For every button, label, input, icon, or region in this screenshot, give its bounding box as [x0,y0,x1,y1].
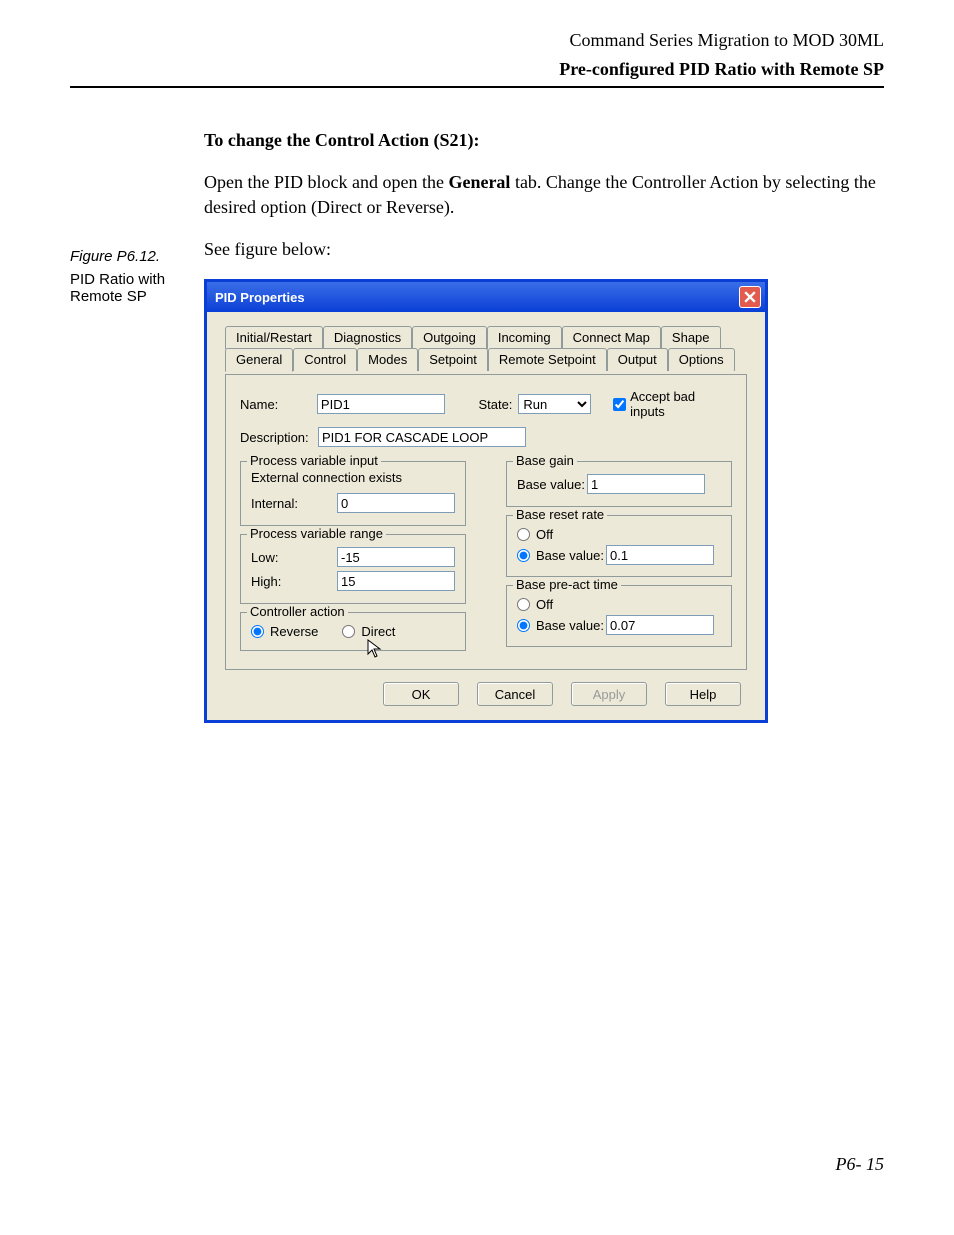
header-rule [70,86,884,88]
group-base-gain: Base gain Base value: [506,461,732,507]
header-section-title: Pre-configured PID Ratio with Remote SP [70,59,884,80]
radio-reverse-label: Reverse [270,624,318,639]
name-label: Name: [240,397,317,412]
group-base-gain-legend: Base gain [513,453,577,468]
tab-remote-setpoint[interactable]: Remote Setpoint [488,348,607,371]
tab-setpoint[interactable]: Setpoint [418,348,488,371]
help-button[interactable]: Help [665,682,741,706]
tab-outgoing[interactable]: Outgoing [412,326,487,349]
radio-preact-off[interactable]: Off [517,597,721,612]
figure-label: Figure P6.12. [70,248,204,265]
radio-reset-base[interactable]: Base value: [517,545,721,565]
state-label: State: [478,397,512,412]
ok-button[interactable]: OK [383,682,459,706]
cursor-icon [367,639,383,659]
base-reset-input[interactable] [606,545,714,565]
radio-reset-base-label: Base value: [536,548,606,563]
apply-button[interactable]: Apply [571,682,647,706]
pid-properties-dialog: PID Properties Initial/Restart Diagnosti… [204,279,768,723]
group-pv-range: Process variable range Low: High: [240,534,466,604]
internal-input[interactable] [337,493,455,513]
radio-preact-off-label: Off [536,597,553,612]
description-label: Description: [240,430,318,445]
group-pv-input-legend: Process variable input [247,453,381,468]
paragraph-1-bold: General [448,172,510,192]
paragraph-1: Open the PID block and open the General … [204,170,884,219]
radio-preact-base-input[interactable] [517,619,530,632]
tab-diagnostics[interactable]: Diagnostics [323,326,412,349]
group-base-preact-legend: Base pre-act time [513,577,621,592]
paragraph-1a: Open the PID block and open the [204,172,448,192]
radio-direct-input[interactable] [342,625,355,638]
tab-options[interactable]: Options [668,348,735,371]
pv-external-text: External connection exists [251,470,455,485]
tab-initial-restart[interactable]: Initial/Restart [225,326,323,349]
high-label: High: [251,574,337,589]
titlebar[interactable]: PID Properties [207,282,765,312]
tabstrip: Initial/Restart Diagnostics Outgoing Inc… [225,326,747,374]
low-label: Low: [251,550,337,565]
radio-direct-label: Direct [361,624,395,639]
radio-reverse[interactable]: Reverse [251,624,318,639]
radio-reset-off-input[interactable] [517,528,530,541]
radio-preact-base[interactable]: Base value: [517,615,721,635]
tab-incoming[interactable]: Incoming [487,326,562,349]
base-gain-input[interactable] [587,474,705,494]
low-input[interactable] [337,547,455,567]
group-pv-range-legend: Process variable range [247,526,386,541]
radio-reset-off[interactable]: Off [517,527,721,542]
radio-preact-off-input[interactable] [517,598,530,611]
radio-reverse-input[interactable] [251,625,264,638]
header-doc-title: Command Series Migration to MOD 30ML [70,30,884,51]
section-heading: To change the Control Action (S21): [204,128,884,152]
accept-bad-checkbox[interactable] [613,398,626,411]
radio-reset-base-input[interactable] [517,549,530,562]
group-pv-input: Process variable input External connecti… [240,461,466,526]
paragraph-2: See figure below: [204,237,884,261]
high-input[interactable] [337,571,455,591]
description-input[interactable] [318,427,526,447]
tab-connect-map[interactable]: Connect Map [562,326,661,349]
radio-reset-off-label: Off [536,527,553,542]
group-controller-action-legend: Controller action [247,604,348,619]
tab-output[interactable]: Output [607,348,668,371]
tab-general[interactable]: General [225,348,293,372]
tab-control[interactable]: Control [293,348,357,371]
group-controller-action: Controller action Reverse Di [240,612,466,651]
radio-preact-base-label: Base value: [536,618,606,633]
internal-label: Internal: [251,496,337,511]
radio-direct[interactable]: Direct [342,624,395,639]
name-input[interactable] [317,394,445,414]
state-select[interactable]: Run [518,394,591,414]
close-button[interactable] [739,286,761,308]
dialog-title: PID Properties [215,290,305,305]
tab-modes[interactable]: Modes [357,348,418,371]
close-icon [744,291,756,303]
tab-shape[interactable]: Shape [661,326,721,349]
page-number: P6- 15 [836,1154,885,1175]
group-base-preact: Base pre-act time Off Base value: [506,585,732,647]
base-preact-input[interactable] [606,615,714,635]
accept-bad-label: Accept bad inputs [630,389,732,419]
group-base-reset-legend: Base reset rate [513,507,607,522]
group-base-reset: Base reset rate Off Base value: [506,515,732,577]
general-tab-pane: Name: State: Run Accept bad inputs [225,374,747,670]
figure-caption: PID Ratio with Remote SP [70,271,204,305]
cancel-button[interactable]: Cancel [477,682,553,706]
base-gain-value-label: Base value: [517,477,587,492]
